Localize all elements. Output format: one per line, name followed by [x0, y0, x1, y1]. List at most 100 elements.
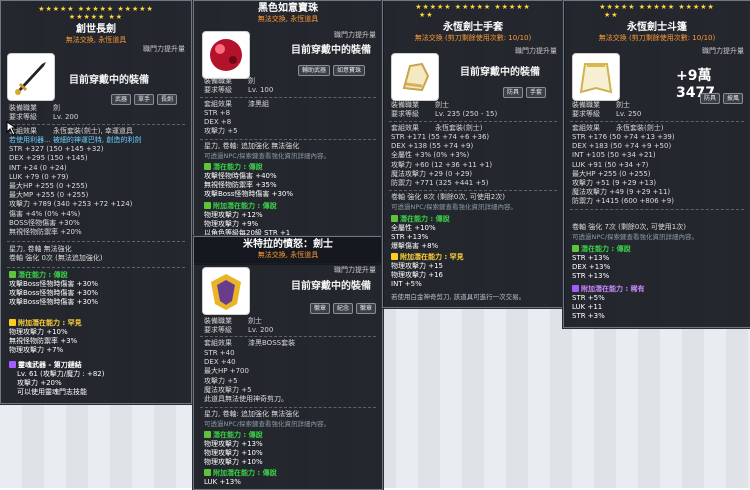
job-row: 裝備職業劍: [9, 104, 60, 112]
stat-line: DEX +183 (50 +74 +9 +50): [572, 142, 672, 151]
stat-line: STR +171 (55 +74 +6 +36): [391, 133, 490, 141]
divider: [389, 190, 557, 191]
scroll-text: 卷軸 強化 8次 (剩餘0次, 可使用2次): [391, 193, 505, 201]
additional-potential-line: 物理攻擊力 +15: [391, 262, 443, 270]
stat-line: 攻擊力 +60 (12 +36 +11 +1): [391, 160, 493, 169]
star-rating-top: ★★★★★ ★★★★★ ★★★★★: [38, 5, 154, 13]
item-title: 永恆劍士斗篷: [627, 22, 687, 33]
set-effect-row: 套組效果 永恆套裝(劍士), 幸運道具: [9, 127, 133, 135]
gloves-icon: [391, 53, 439, 101]
additional-potential-section: 附加潛在能力 : 罕見 物理攻擊力 +10% 無視怪物防禦率 +3% 物理攻擊力…: [9, 319, 82, 354]
stat-line: LUK +79 (0 +79): [9, 172, 69, 181]
potential-line: 物理攻擊力 +13%: [204, 440, 263, 448]
legendary-badge-icon: [204, 431, 211, 438]
req-level-row: 要求等級 Lv. 200: [204, 326, 274, 334]
stat-line: LUK +91 (50 +34 +7): [572, 160, 649, 169]
stat-line: 防禦力 +1415 (600 +806 +9): [572, 197, 674, 206]
stat-line: DEX +8: [204, 118, 232, 127]
upgrade-lines: 星力, 卷軸: 追加強化 無法強化: [204, 142, 299, 151]
item-title: 永恆劍士手套: [443, 22, 503, 33]
potential-line: 攻擊Boss怪物時傷害 +30%: [9, 298, 99, 306]
stat-line: 魔法攻擊力 +29 (0 +29): [391, 169, 473, 178]
tag-badge: 徽章: [310, 303, 331, 314]
divider: [200, 336, 376, 337]
job-row: 裝備職業 劍士: [572, 101, 630, 109]
stat-line: 全屬性 +3% (0% +3%): [391, 151, 470, 160]
stat-lines: STR +40 DEX +40 最大HP +700 攻擊力 +5 魔法攻擊力 +…: [204, 349, 288, 404]
tooltip-panel-gloves: ★★★★★ ★★★★★ ★★★★★ ★★ 永恆劍士手套 無法交換 (剪刀剩餘使用…: [382, 0, 564, 308]
stat-lines: STR +171 (55 +74 +6 +36) DEX +138 (55 +7…: [391, 133, 492, 188]
divider: [570, 209, 744, 210]
stat-line: 攻擊力 +789 (340 +253 +72 +124): [9, 200, 133, 209]
stat-line: 最大MP +255 (0 +255): [9, 191, 89, 200]
item-subtitle: 無法交換, 永恆道具: [257, 15, 319, 23]
tag-badge-2: 徽章: [356, 303, 377, 314]
equipped-label: 目前穿戴中的裝備: [460, 67, 540, 78]
additional-potential-line: 物理攻擊力 +12%: [204, 211, 263, 219]
tag-cape: 披風: [723, 93, 744, 104]
stat-line: 攻擊力 +5: [204, 127, 238, 136]
scroll-text: 卷軸 強化 0次 (無法追加強化): [9, 254, 103, 263]
additional-potential-line: STR +3%: [572, 312, 605, 320]
divider: [570, 121, 744, 122]
soul-icon: [9, 361, 16, 368]
potential-line: 物理攻擊力 +10%: [204, 458, 263, 466]
stat-line: 攻擊力 +5: [204, 376, 238, 385]
divider: [200, 97, 376, 98]
req-level-row: 要求等級 Lv. 250: [572, 110, 642, 118]
hand-cursor-icon: [6, 121, 18, 136]
emblem-icon: [202, 267, 250, 315]
stat-line: 無視怪物防禦率 +20%: [9, 228, 82, 237]
potential-line: 攻擊Boss怪物時傷害 +30%: [9, 289, 99, 297]
item-title: 米特拉的憤怒：劍士: [243, 239, 333, 250]
potential-section: 潛在能力 : 傳說 全屬性 +10% STR +13% 爆擊傷害 +8%: [391, 215, 450, 250]
potential-line: 全屬性 +10%: [391, 224, 436, 232]
sword-icon: [7, 53, 55, 101]
soul-line: 可以使用靈魂門志技能: [17, 388, 87, 396]
additional-potential-line: 物理攻擊力 +10%: [9, 328, 68, 336]
equipped-label: 目前穿戴中的裝備: [291, 45, 371, 56]
item-subtitle: 無法交換, 永恆道具: [257, 251, 319, 259]
tag-armor: 防具: [700, 93, 721, 104]
tag-gloves: 手套: [526, 87, 547, 98]
item-subtitle: 無法交換, 永恆道具: [65, 36, 127, 44]
req-level-row: 要求等級 Lv. 100: [204, 86, 274, 94]
star-force-text: 星力, 卷軸 無法強化: [9, 245, 72, 253]
additional-potential-line: 物理攻擊力 +16: [391, 271, 443, 279]
tag-armor: 防具: [503, 87, 524, 98]
tooltip-panel-sword: ★★★★★ ★★★★★ ★★★★★ ★★★★★ ★★ 創世長劍 無法交換, 永恆…: [0, 0, 192, 404]
additional-potential-section: 附加潛在能力 : 傳說 LUK +13%: [204, 469, 277, 486]
tag-row: 武器 單手 長劍: [111, 94, 178, 105]
set-effect-row: 套組效果 漆黑組: [204, 100, 269, 108]
item-title: 黑色如意寶珠: [258, 3, 318, 14]
potential-section: 潛在能力 : 傳說 物理攻擊力 +13% 物理攻擊力 +10% 物理攻擊力 +1…: [204, 431, 263, 466]
trade-note: 若使用白金神奇剪刀, 該道具可進行一次交易。: [391, 293, 526, 301]
divider: [7, 124, 185, 125]
stat-line: DEX +40: [204, 358, 236, 367]
star-rating-top: ★★★★★ ★★★★★ ★★★★★: [599, 3, 715, 11]
unique-badge-icon: [9, 319, 16, 326]
upgrade-note: 可透過NPC/探索鍵查看強化資訊詳細內容。: [572, 233, 699, 241]
additional-potential-line: 物理攻擊力 +7%: [9, 346, 64, 354]
star-force-text: 星力, 卷軸: 追加強化 無法強化: [204, 410, 300, 418]
soul-line: 攻擊力 +20%: [17, 379, 62, 387]
potential-section: 潛在能力 : 傳說 攻擊怪物時傷害 +40% 無視怪物防禦率 +35% 攻擊Bo…: [204, 163, 294, 198]
set-effect-row: 套組效果 漆黑BOSS套裝: [204, 339, 296, 347]
upgrade-lines: 卷軸 強化 8次 (剩餘0次, 可使用2次): [391, 193, 505, 202]
potential-line: 攻擊怪物時傷害 +40%: [204, 172, 277, 180]
tag-row: 徽章 紀念 徽章: [310, 303, 377, 314]
additional-potential-line: STR +5%: [572, 294, 605, 302]
set-effect-row: 套組效果 永恆套裝(劍士): [572, 124, 664, 132]
tooltip-panel-orb: 黑色如意寶珠 無法交換, 永恆道具 職門力提升量 目前穿戴中的裝備 輔助武器 如…: [193, 0, 383, 264]
legendary-badge-icon: [204, 202, 211, 209]
star-rating-top: ★★★★★ ★★★★★ ★★★★★: [415, 3, 531, 11]
soul-line: Lv. 61 (攻擊力/魔力 : +82): [17, 370, 105, 378]
potential-line: 攻擊Boss怪物時傷害 +30%: [204, 190, 294, 198]
potential-line: 攻擊Boss怪物時傷害 +30%: [9, 280, 99, 288]
tag-long-sword: 長劍: [157, 94, 178, 105]
potential-section: 潛在能力 : 傳說 攻擊Boss怪物時傷害 +30% 攻擊Boss怪物時傷害 +…: [9, 271, 99, 306]
tooltip-panel-cape: ★★★★★ ★★★★★ ★★★★★ ★★ 永恆劍士斗篷 無法交換 (剪刀剩餘使用…: [563, 0, 750, 328]
divider: [7, 241, 185, 242]
stat-line: 魔法攻擊力 +49 (9 +29 +11): [572, 188, 671, 197]
divider: [7, 267, 185, 268]
